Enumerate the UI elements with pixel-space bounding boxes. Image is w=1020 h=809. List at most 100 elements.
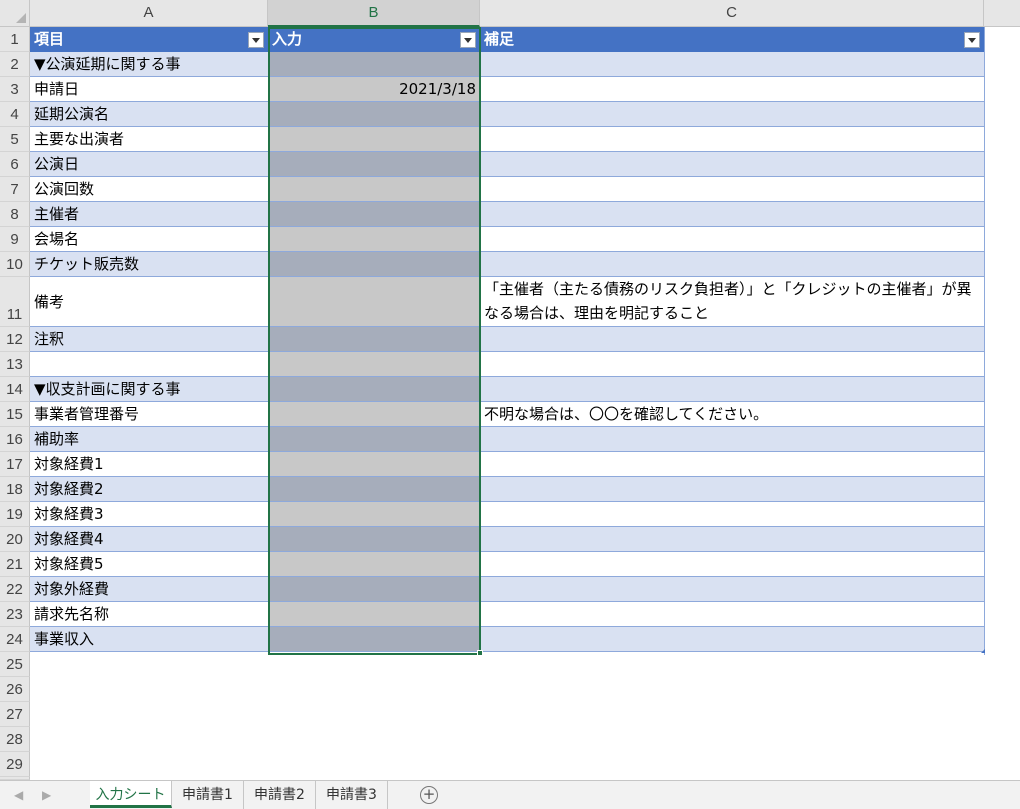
table-header-note[interactable]: 補足 [480, 27, 984, 52]
input-cell[interactable] [268, 577, 480, 602]
input-cell[interactable] [268, 502, 480, 527]
note-cell[interactable] [480, 602, 984, 627]
note-cell[interactable]: 不明な場合は、〇〇を確認してください。 [480, 402, 984, 427]
row-header[interactable]: 5 [0, 127, 30, 152]
note-cell[interactable] [480, 177, 984, 202]
input-cell[interactable] [268, 227, 480, 252]
note-cell[interactable] [480, 577, 984, 602]
item-cell[interactable]: 備考 [30, 277, 268, 327]
item-cell[interactable]: ▼公演延期に関する事 [30, 52, 268, 77]
row-header[interactable]: 25 [0, 652, 30, 677]
note-cell[interactable] [480, 477, 984, 502]
row-header[interactable]: 8 [0, 202, 30, 227]
table-header-input[interactable]: 入力 [268, 27, 480, 52]
note-cell[interactable] [480, 77, 984, 102]
note-cell[interactable] [480, 352, 984, 377]
input-cell[interactable] [268, 552, 480, 577]
table-resize-handle[interactable] [981, 649, 985, 653]
item-cell[interactable]: 対象経費4 [30, 527, 268, 552]
input-cell[interactable] [268, 527, 480, 552]
fill-handle[interactable] [477, 650, 483, 656]
filter-dropdown-icon[interactable] [964, 32, 980, 48]
sheet-tab-3[interactable]: 申請書2 [244, 781, 316, 809]
input-cell[interactable] [268, 252, 480, 277]
item-cell[interactable]: 注釈 [30, 327, 268, 352]
row-header[interactable]: 2 [0, 52, 30, 77]
tab-scroll-left-icon[interactable]: ◀ [14, 788, 23, 802]
tab-scroll-right-icon[interactable]: ▶ [42, 788, 51, 802]
input-cell[interactable] [268, 102, 480, 127]
input-cell[interactable] [268, 602, 480, 627]
item-cell[interactable]: ▼収支計画に関する事 [30, 377, 268, 402]
note-cell[interactable]: 「主催者（主たる債務のリスク負担者）」と「クレジットの主催者」が異なる場合は、理… [480, 277, 984, 327]
item-cell[interactable]: 会場名 [30, 227, 268, 252]
row-header[interactable]: 3 [0, 77, 30, 102]
item-cell[interactable]: 公演日 [30, 152, 268, 177]
note-cell[interactable] [480, 502, 984, 527]
sheet-tab-2[interactable]: 申請書1 [172, 781, 244, 809]
add-sheet-icon[interactable]: + [420, 786, 438, 804]
input-cell[interactable] [268, 177, 480, 202]
input-cell[interactable] [268, 427, 480, 452]
filter-dropdown-icon[interactable] [248, 32, 264, 48]
row-header[interactable]: 4 [0, 102, 30, 127]
input-cell[interactable] [268, 202, 480, 227]
row-header[interactable]: 12 [0, 327, 30, 352]
input-cell[interactable] [268, 152, 480, 177]
input-cell[interactable] [268, 52, 480, 77]
item-cell[interactable]: 主要な出演者 [30, 127, 268, 152]
note-cell[interactable] [480, 102, 984, 127]
input-cell[interactable] [268, 377, 480, 402]
row-header[interactable]: 16 [0, 427, 30, 452]
item-cell[interactable]: 対象経費3 [30, 502, 268, 527]
row-header[interactable]: 21 [0, 552, 30, 577]
row-header[interactable]: 22 [0, 577, 30, 602]
input-cell[interactable] [268, 627, 480, 652]
item-cell[interactable]: 申請日 [30, 77, 268, 102]
input-cell[interactable] [268, 127, 480, 152]
item-cell[interactable]: 対象経費1 [30, 452, 268, 477]
filter-dropdown-icon[interactable] [460, 32, 476, 48]
column-header-a[interactable]: A [30, 0, 268, 27]
row-header[interactable]: 18 [0, 477, 30, 502]
note-cell[interactable] [480, 227, 984, 252]
column-header-c[interactable]: C [480, 0, 984, 27]
note-cell[interactable] [480, 552, 984, 577]
row-header[interactable]: 9 [0, 227, 30, 252]
row-header[interactable]: 20 [0, 527, 30, 552]
row-header[interactable]: 6 [0, 152, 30, 177]
row-header[interactable]: 17 [0, 452, 30, 477]
note-cell[interactable] [480, 252, 984, 277]
spreadsheet-grid[interactable]: ABC 1 2 3 4 5 6 7 8 9 10 11 12 13 14 15 16 17 18 19 20 21 22 2… [0, 0, 1020, 780]
item-cell[interactable]: 対象外経費 [30, 577, 268, 602]
input-cell[interactable]: 2021/3/18 [268, 77, 480, 102]
item-cell[interactable]: 対象経費2 [30, 477, 268, 502]
item-cell[interactable]: 事業収入 [30, 627, 268, 652]
row-header[interactable]: 24 [0, 627, 30, 652]
row-header[interactable]: 27 [0, 702, 30, 727]
row-header[interactable]: 1 [0, 27, 30, 52]
item-cell[interactable] [30, 352, 268, 377]
item-cell[interactable]: 事業者管理番号 [30, 402, 268, 427]
row-header[interactable]: 26 [0, 677, 30, 702]
row-header[interactable]: 11 [0, 277, 30, 327]
input-cell[interactable] [268, 452, 480, 477]
input-cell[interactable] [268, 327, 480, 352]
column-header-b[interactable]: B [268, 0, 480, 27]
note-cell[interactable] [480, 627, 984, 652]
item-cell[interactable]: チケット販売数 [30, 252, 268, 277]
item-cell[interactable]: 請求先名称 [30, 602, 268, 627]
select-all-corner[interactable] [0, 0, 30, 27]
note-cell[interactable] [480, 327, 984, 352]
row-header[interactable]: 14 [0, 377, 30, 402]
row-header[interactable]: 13 [0, 352, 30, 377]
row-header[interactable]: 7 [0, 177, 30, 202]
row-header[interactable]: 29 [0, 752, 30, 777]
item-cell[interactable]: 延期公演名 [30, 102, 268, 127]
note-cell[interactable] [480, 127, 984, 152]
row-header[interactable]: 28 [0, 727, 30, 752]
row-header[interactable]: 19 [0, 502, 30, 527]
row-header[interactable]: 23 [0, 602, 30, 627]
note-cell[interactable] [480, 377, 984, 402]
note-cell[interactable] [480, 202, 984, 227]
